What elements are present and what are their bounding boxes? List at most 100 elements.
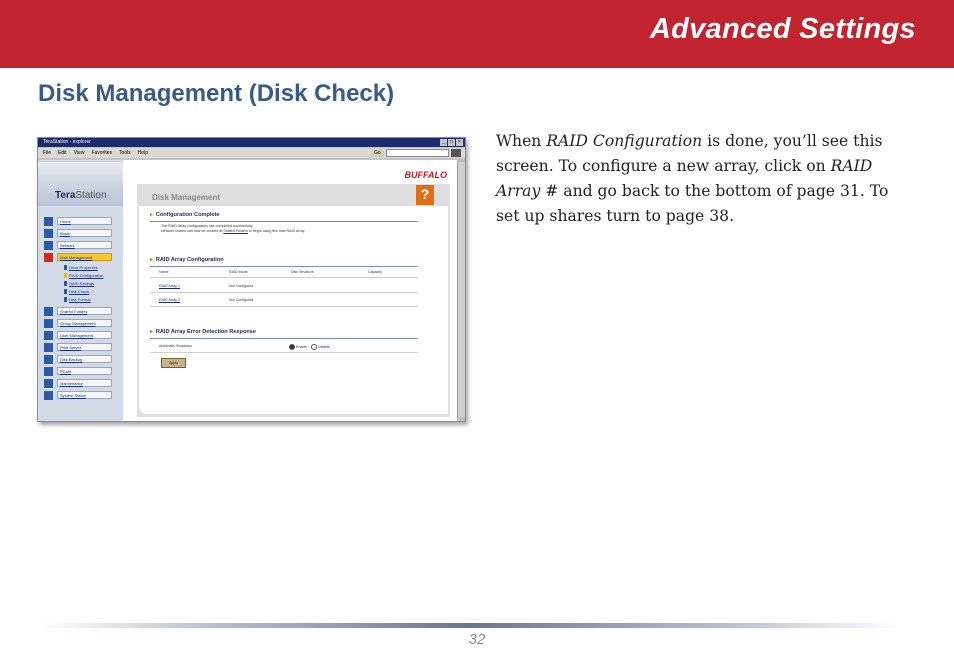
col-header-raid-mode: RAID Mode [229, 270, 248, 274]
sidebar-item-label: Disk Management [57, 253, 112, 261]
sidebar-item-label: Shared Folders [57, 307, 112, 315]
auto-shutdown-row: Automatic Shutdown Enable Disable [159, 344, 330, 350]
status-icon [44, 390, 53, 400]
subitem-label: Disk Check [69, 289, 90, 294]
subitem-bullet-icon [64, 289, 67, 294]
subitem-label: RAID Configuration [69, 273, 104, 278]
sidebar-item-label: Network [57, 241, 112, 249]
panel-body: ▸ Configuration Complete The RAID Array c… [139, 206, 448, 414]
sidebar-item-label: Home [57, 217, 112, 225]
section-arrow-icon: ▸ [150, 212, 153, 218]
sidebar-item-label: Basic [57, 229, 112, 237]
disable-option[interactable]: Disable [311, 344, 330, 350]
basic-icon [44, 228, 53, 238]
sidebar-item-group-management[interactable]: Group Management [44, 318, 112, 328]
disable-radio[interactable] [311, 344, 318, 350]
sidebar-item-disk-backup[interactable]: Disk Backup [44, 354, 112, 364]
divider [150, 277, 418, 278]
user-icon [44, 330, 53, 340]
sidebar-item-system-status[interactable]: System Status [44, 390, 112, 400]
address-input[interactable] [385, 149, 449, 157]
auto-shutdown-label: Automatic Shutdown [159, 344, 192, 348]
error-detection-title: ▸ RAID Array Error Detection Response [150, 329, 256, 335]
footer-rule [40, 623, 900, 628]
enable-option[interactable]: Enable [289, 344, 307, 350]
error-detection-title-text: RAID Array Error Detection Response [155, 329, 257, 335]
divider [150, 306, 418, 307]
config-line-2a: Network shares can now be created at [161, 229, 224, 233]
config-line-2: Network shares can now be created at Sha… [161, 229, 421, 234]
config-line-2b: to begin using this new RAID Array. [247, 229, 306, 233]
raid-array-2-mode: Not Configured [229, 298, 254, 302]
menu-edit[interactable]: Edit [58, 148, 67, 158]
sidebar-item-label: Print Server [57, 343, 112, 351]
disable-label: Disable [318, 344, 331, 349]
sidebar-item-label: Group Management [57, 319, 112, 327]
apply-button[interactable]: Apply [161, 358, 186, 368]
sidebar-item-pcast[interactable]: PCast [44, 366, 112, 376]
sidebar-item-disk-management[interactable]: Disk Management [44, 252, 112, 262]
sidebar-item-label: Disk Backup [57, 355, 112, 363]
divider [150, 221, 418, 222]
raid-array-1-mode: Not Configured [229, 284, 254, 288]
address-go-icon[interactable] [451, 149, 461, 157]
raid-array-2-link[interactable]: RAID Array 2 [159, 298, 229, 302]
browser-content: TeraStation Home Basic Network Disk Mana… [38, 160, 457, 421]
header-banner: Advanced Settings [0, 0, 954, 68]
subitem-drive-properties[interactable]: Drive Properties [64, 264, 98, 271]
col-header-name: Name [159, 270, 169, 274]
subitem-disk-check[interactable]: Disk Check [64, 288, 89, 295]
menu-file[interactable]: File [43, 148, 51, 158]
network-icon [44, 240, 53, 250]
close-icon[interactable]: × [456, 139, 463, 146]
body-paragraph: When RAID Configuration is done, you’ll … [496, 129, 916, 229]
backup-icon [44, 354, 53, 364]
minimize-icon[interactable]: _ [440, 139, 447, 146]
section-heading: Disk Management (Disk Check) [38, 80, 395, 107]
col-header-capacity: Capacity [368, 270, 382, 274]
sidebar-item-home[interactable]: Home [44, 216, 112, 226]
shared-folders-link[interactable]: Shared Folders [223, 229, 248, 233]
subitem-disk-format[interactable]: Disk Format [64, 296, 91, 303]
help-icon[interactable]: ? [416, 185, 434, 205]
scrollbar-thumb[interactable] [457, 162, 465, 417]
subitem-label: Drive Properties [69, 265, 98, 270]
divider [150, 292, 418, 293]
panel-title: Disk Management [152, 193, 221, 202]
pcast-icon [44, 366, 53, 376]
sidebar-item-print-server[interactable]: Print Server [44, 342, 112, 352]
menu-help[interactable]: Help [138, 148, 148, 158]
disk-management-panel: Disk Management ? ▸ Configuration Complet… [137, 184, 450, 417]
sidebar-item-maintenance[interactable]: Maintenance [44, 378, 112, 388]
go-button[interactable]: Go [371, 149, 384, 157]
section-arrow-icon: ▸ [150, 257, 153, 263]
config-complete-title: ▸ Configuration Complete [150, 212, 220, 218]
group-icon [44, 318, 53, 328]
body-text-1: When [496, 132, 547, 150]
divider [150, 266, 418, 267]
menu-view[interactable]: View [74, 148, 85, 158]
sidebar: TeraStation Home Basic Network Disk Mana… [38, 160, 123, 421]
menu-favorites[interactable]: Favorites [91, 148, 112, 158]
subitem-label: Disk Format [69, 297, 91, 302]
subitem-bullet-icon [64, 265, 67, 270]
subitem-raid-settings[interactable]: RAID Settings [64, 280, 94, 287]
scrollbar[interactable] [457, 160, 465, 421]
col-header-disk-structure: Disk Structure [291, 270, 314, 274]
raid-array-1-link[interactable]: RAID Array 1 [159, 284, 229, 288]
sidebar-item-network[interactable]: Network [44, 240, 112, 250]
sidebar-item-shared-folders[interactable]: Shared Folders [44, 306, 112, 316]
enable-radio[interactable] [289, 344, 295, 350]
subitem-raid-configuration[interactable]: RAID Configuration [64, 272, 103, 279]
sidebar-item-basic[interactable]: Basic [44, 228, 112, 238]
subitem-bullet-icon [64, 297, 67, 302]
logo-part-2: Station [75, 190, 107, 201]
terastation-logo: TeraStation [55, 190, 107, 201]
window-title: TeraStation - explorer [43, 139, 91, 145]
body-italic-raid-configuration: RAID Configuration [546, 132, 703, 150]
maximize-icon[interactable]: □ [448, 139, 455, 146]
disk-management-icon [44, 252, 53, 262]
sidebar-item-user-management[interactable]: User Management [44, 330, 112, 340]
menu-tools[interactable]: Tools [119, 148, 131, 158]
divider [150, 338, 418, 339]
